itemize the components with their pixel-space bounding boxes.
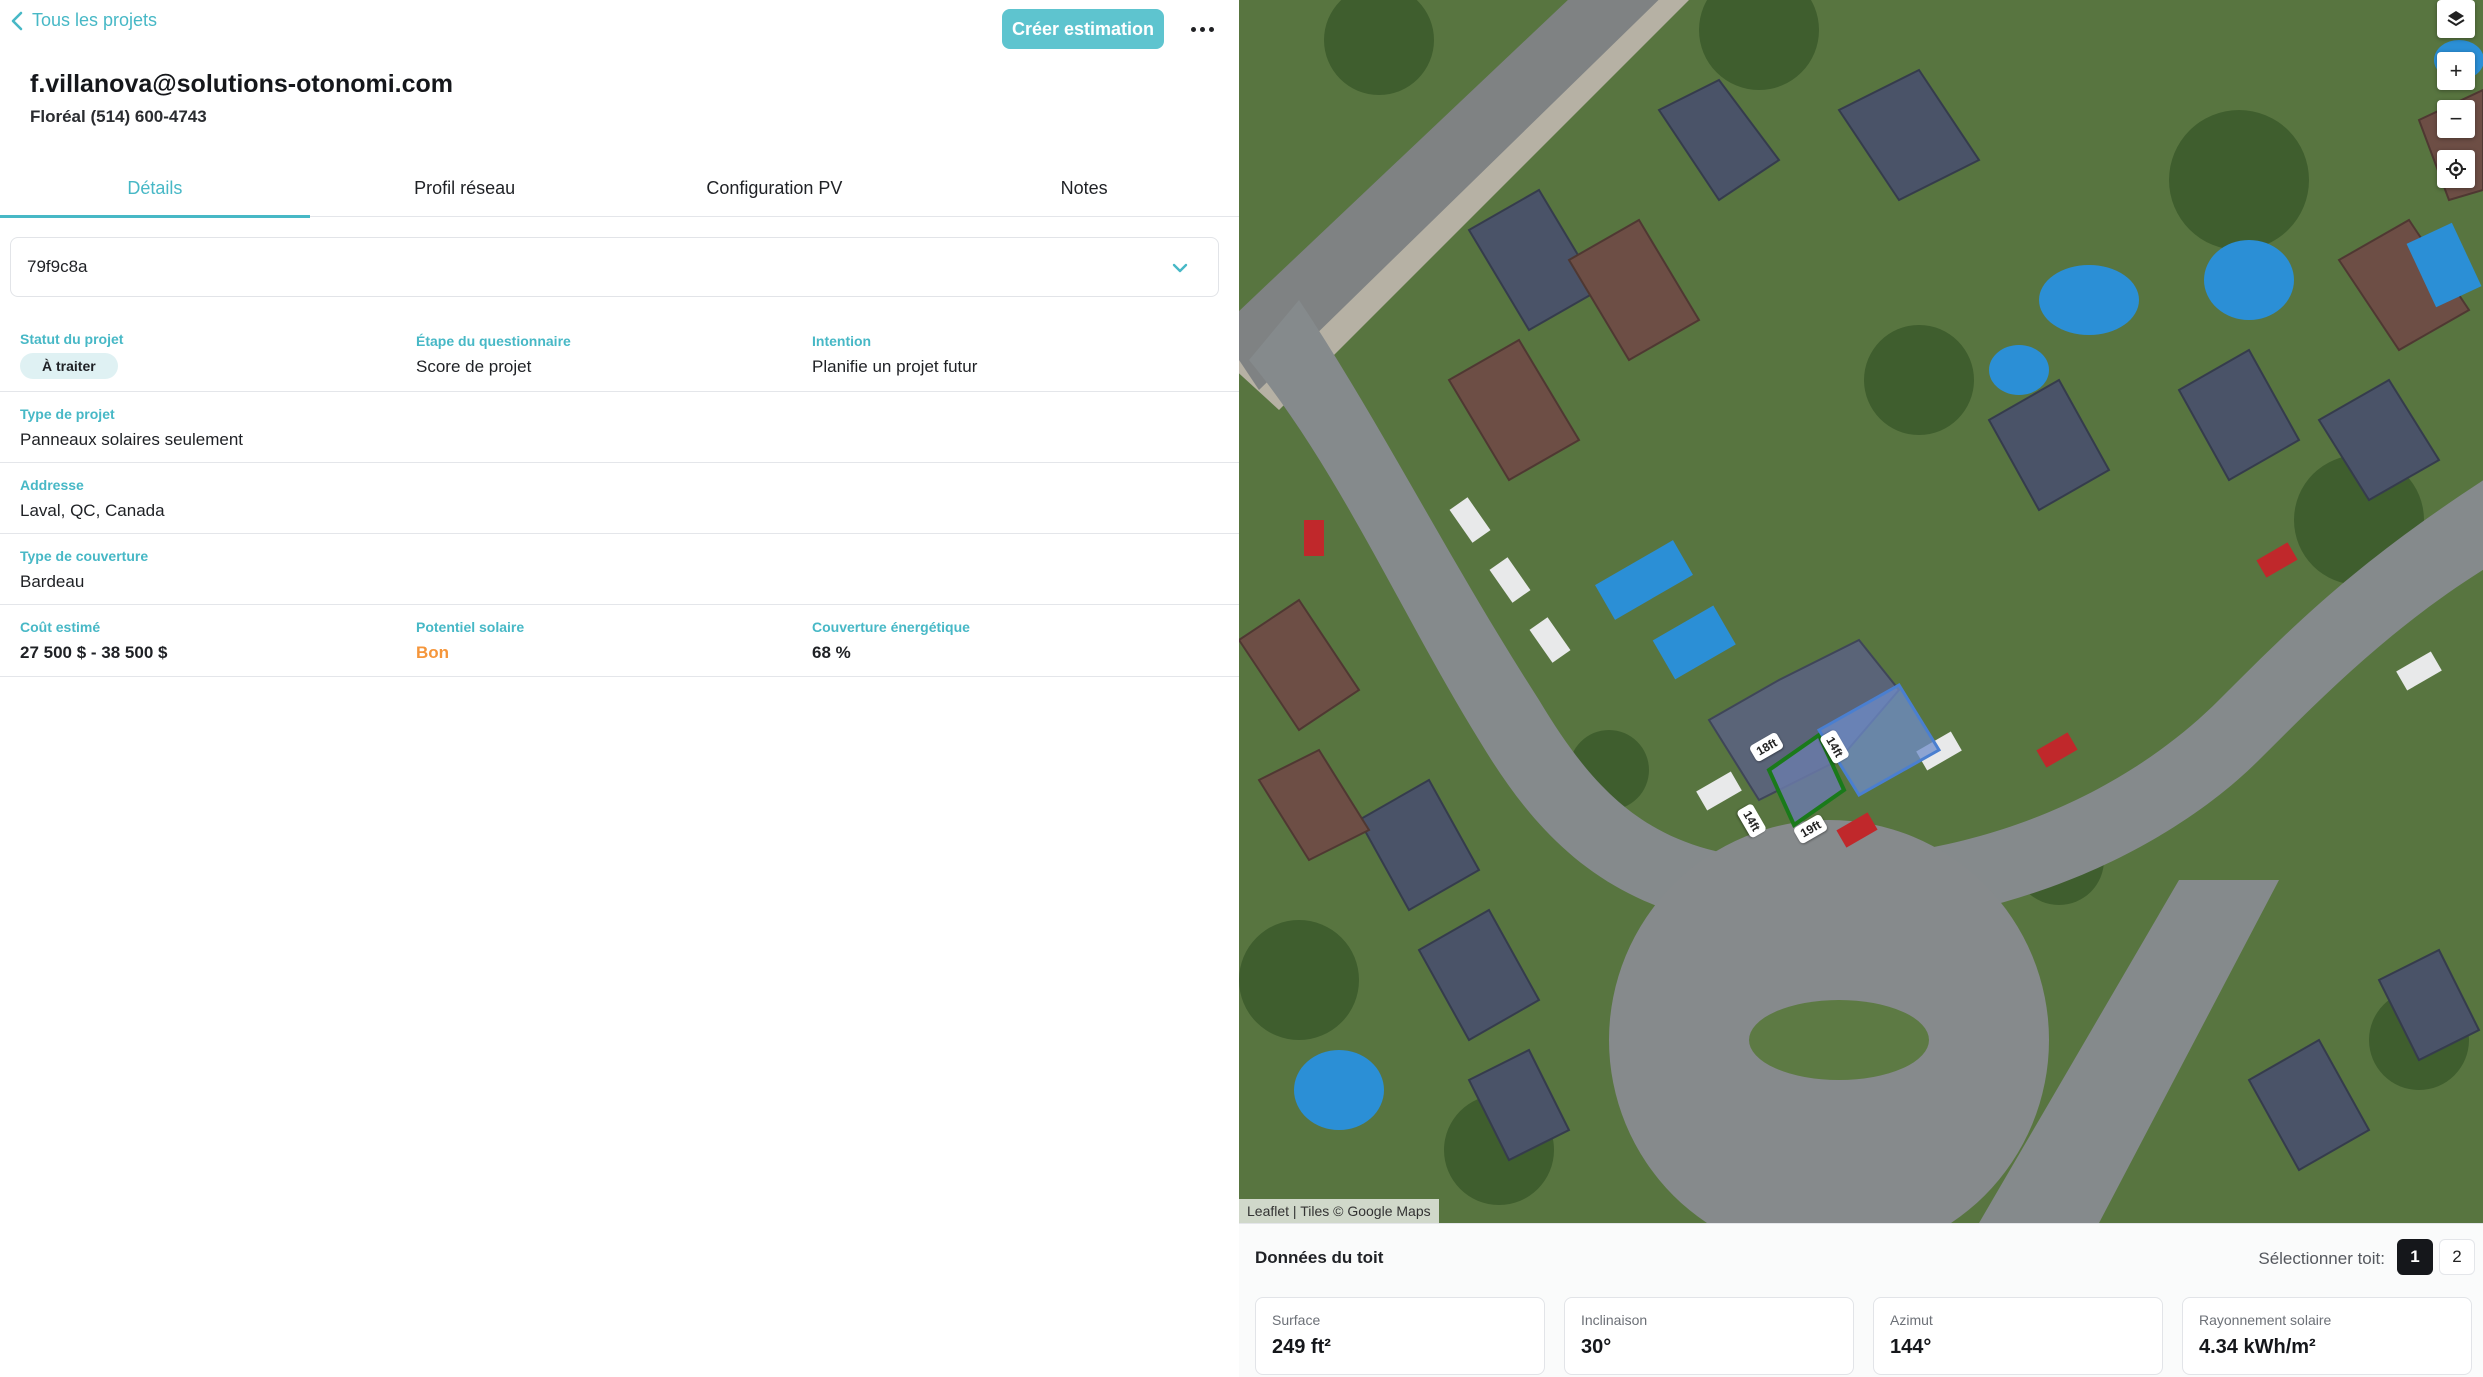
- field-value: 27 500 $ - 38 500 $: [20, 643, 168, 662]
- tab-bar: Détails Profil réseau Configuration PV N…: [0, 160, 1239, 218]
- stat-card-inclination: Inclinaison 30°: [1564, 1297, 1854, 1375]
- layers-icon[interactable]: [2437, 0, 2475, 38]
- zoom-in-button[interactable]: +: [2437, 52, 2475, 90]
- zoom-out-button[interactable]: −: [2437, 100, 2475, 138]
- field-value: Bon: [416, 643, 450, 662]
- details-row-estimates: Coût estimé 27 500 $ - 38 500 $ Potentie…: [0, 605, 1239, 677]
- energy-coverage-field: Couverture énergétique 68 %: [812, 619, 970, 663]
- stat-card-surface: Surface 249 ft²: [1255, 1297, 1545, 1375]
- field-label: Type de projet: [20, 406, 115, 422]
- details-row-address: Addresse Laval, QC, Canada: [0, 463, 1239, 534]
- locate-icon[interactable]: [2437, 150, 2475, 188]
- roof-type-field: Type de couverture Bardeau: [20, 548, 148, 592]
- stat-label: Surface: [1272, 1312, 1321, 1328]
- field-label: Statut du projet: [20, 331, 124, 347]
- field-label: Coût estimé: [20, 619, 101, 635]
- roof-option-2[interactable]: 2: [2439, 1239, 2475, 1275]
- estimated-cost-field: Coût estimé 27 500 $ - 38 500 $: [20, 619, 167, 663]
- aerial-imagery: [1239, 0, 2483, 1223]
- tab-pv-configuration[interactable]: Configuration PV: [620, 160, 930, 217]
- field-value: Planifie un projet futur: [812, 357, 978, 376]
- project-select[interactable]: 79f9c8a: [10, 237, 1219, 297]
- roof-data-title: Données du toit: [1255, 1248, 1384, 1267]
- create-estimate-button[interactable]: Créer estimation: [1002, 9, 1164, 49]
- map-attribution[interactable]: Leaflet | Tiles © Google Maps: [1239, 1199, 1439, 1223]
- top-bar: Tous les projets Créer estimation: [0, 0, 1239, 60]
- intention-field: Intention Planifie un projet futur: [812, 333, 977, 377]
- roof-option-1[interactable]: 1: [2397, 1239, 2433, 1275]
- stat-card-solar-radiation: Rayonnement solaire 4.34 kWh/m²: [2182, 1297, 2472, 1375]
- stat-label: Azimut: [1890, 1312, 1933, 1328]
- project-details-panel: Tous les projets Créer estimation f.vill…: [0, 0, 1239, 1377]
- contact-email: f.villanova@solutions-otonomi.com: [30, 70, 454, 98]
- back-link[interactable]: Tous les projets: [10, 10, 157, 31]
- stat-value: 30°: [1581, 1336, 1612, 1358]
- address-field: Addresse Laval, QC, Canada: [20, 477, 165, 521]
- stat-value: 4.34 kWh/m²: [2199, 1336, 2316, 1358]
- roof-select-label: Sélectionner toit:: [2258, 1249, 2385, 1268]
- satellite-map[interactable]: 18ft 14ft 14ft 19ft + − Leaflet | Tiles …: [1239, 0, 2483, 1223]
- details-row-project-type: Type de projet Panneaux solaires seuleme…: [0, 392, 1239, 463]
- stat-label: Inclinaison: [1581, 1312, 1648, 1328]
- field-label: Potentiel solaire: [416, 619, 525, 635]
- field-value: Bardeau: [20, 572, 85, 591]
- field-value: Laval, QC, Canada: [20, 501, 165, 520]
- field-value: Score de projet: [416, 357, 532, 376]
- chevron-down-icon: [1172, 263, 1188, 273]
- tab-notes[interactable]: Notes: [929, 160, 1239, 217]
- stat-card-azimuth: Azimut 144°: [1873, 1297, 2163, 1375]
- back-link-label: Tous les projets: [32, 10, 158, 30]
- stat-value: 249 ft²: [1272, 1336, 1331, 1358]
- field-label: Addresse: [20, 477, 84, 493]
- field-value: 68 %: [812, 643, 851, 662]
- project-select-value: 79f9c8a: [27, 257, 88, 276]
- questionnaire-step-field: Étape du questionnaire Score de projet: [416, 333, 571, 377]
- status-badge: À traiter: [20, 353, 118, 379]
- more-options-icon[interactable]: [1180, 12, 1224, 46]
- project-type-field: Type de projet Panneaux solaires seuleme…: [20, 406, 243, 450]
- stat-value: 144°: [1890, 1336, 1932, 1358]
- project-status-field: Statut du projet À traiter: [20, 331, 123, 379]
- field-label: Intention: [812, 333, 872, 349]
- field-label: Type de couverture: [20, 548, 149, 564]
- chevron-left-icon: [11, 11, 23, 30]
- roof-data-panel: Données du toit Sélectionner toit: 1 2 S…: [1239, 1223, 2483, 1377]
- details-row-status: Statut du projet À traiter Étape du ques…: [0, 318, 1239, 392]
- tab-network-profile[interactable]: Profil réseau: [310, 160, 620, 217]
- field-label: Couverture énergétique: [812, 619, 970, 635]
- field-label: Étape du questionnaire: [416, 333, 571, 349]
- contact-name-phone: Floréal (514) 600-4743: [30, 107, 207, 126]
- field-value: Panneaux solaires seulement: [20, 430, 244, 449]
- tab-details[interactable]: Détails: [0, 160, 310, 218]
- stat-label: Rayonnement solaire: [2199, 1312, 2332, 1328]
- solar-potential-field: Potentiel solaire Bon: [416, 619, 524, 663]
- details-row-roof-type: Type de couverture Bardeau: [0, 534, 1239, 605]
- app-page: Tous les projets Créer estimation f.vill…: [0, 0, 2483, 1377]
